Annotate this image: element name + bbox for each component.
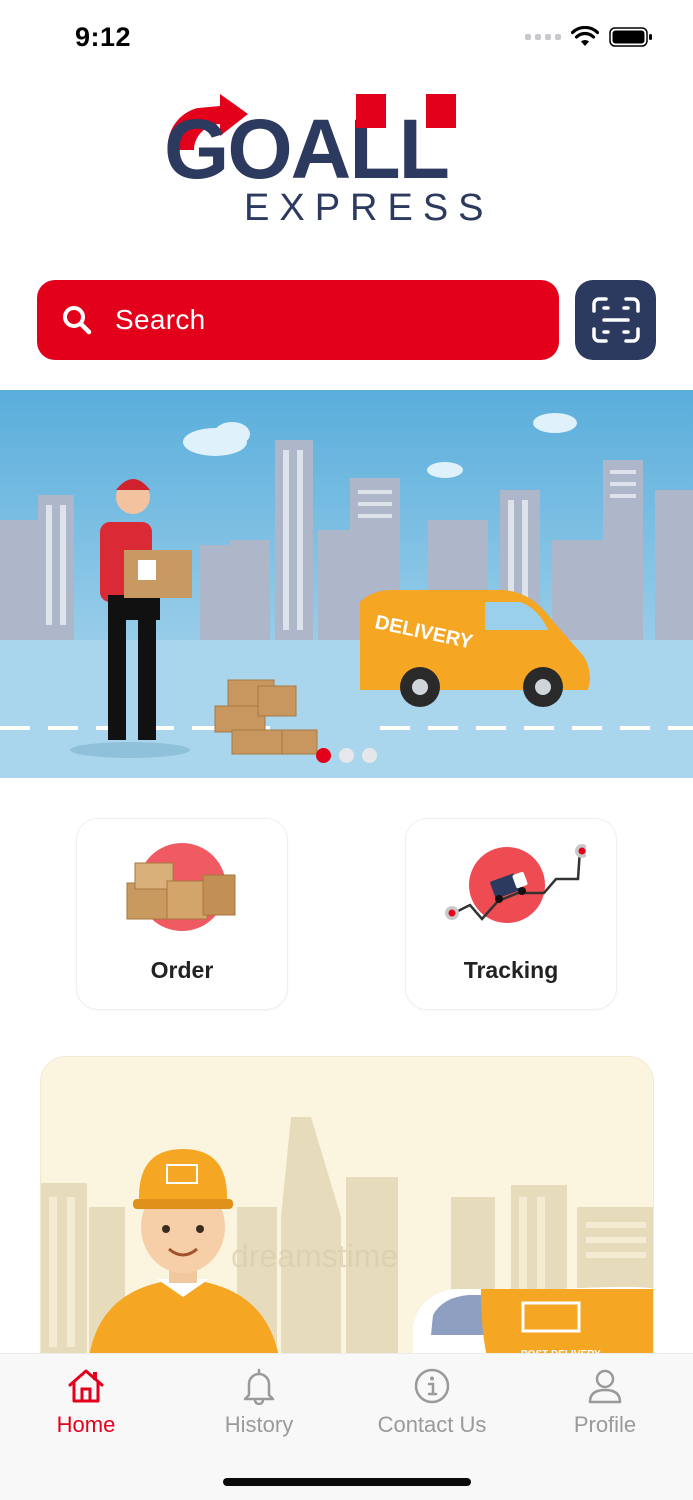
promo-watermark: dreamstime xyxy=(231,1238,398,1274)
carousel-dots xyxy=(316,748,377,763)
status-time: 9:12 xyxy=(75,22,132,52)
scan-qr-button[interactable] xyxy=(575,280,656,360)
tracking-route-icon xyxy=(445,844,586,923)
order-label: Order xyxy=(150,957,214,983)
tab-home-label: Home xyxy=(56,1412,116,1437)
status-bar: 9:12 xyxy=(0,0,693,80)
tab-contact-label: Contact Us xyxy=(377,1412,487,1437)
tab-home[interactable]: Home xyxy=(16,1366,156,1438)
promo-banner-carousel[interactable]: DELIVERY xyxy=(0,390,693,778)
tracking-label: Tracking xyxy=(463,957,559,983)
tab-history-label: History xyxy=(224,1412,294,1437)
info-icon xyxy=(414,1368,450,1404)
carousel-dot[interactable] xyxy=(339,748,354,763)
delivery-banner-illustration: DELIVERY xyxy=(0,390,693,778)
tab-history[interactable]: History xyxy=(189,1366,329,1438)
scan-icon xyxy=(591,297,640,343)
wifi-icon xyxy=(571,26,599,46)
goall-express-logo: GOALL EXPRESS xyxy=(164,94,494,228)
order-boxes-icon xyxy=(126,843,236,931)
search-bar[interactable]: Search xyxy=(37,280,559,360)
logo-tagline: EXPRESS xyxy=(244,187,494,228)
tracking-card[interactable]: Tracking xyxy=(405,818,617,1010)
search-input[interactable]: Search xyxy=(115,304,206,336)
bell-icon xyxy=(243,1368,275,1405)
home-indicator xyxy=(223,1478,471,1486)
tab-contact-us[interactable]: Contact Us xyxy=(362,1366,502,1438)
post-delivery-promo[interactable]: dreamstime POST DELIVERY xyxy=(40,1056,654,1376)
tab-profile-label: Profile xyxy=(573,1412,637,1437)
carousel-dot[interactable] xyxy=(362,748,377,763)
tab-profile[interactable]: Profile xyxy=(535,1366,675,1438)
person-icon xyxy=(588,1369,622,1404)
cellular-signal-icon xyxy=(525,34,561,40)
home-icon xyxy=(68,1369,104,1403)
search-icon xyxy=(61,304,93,336)
order-card[interactable]: Order xyxy=(76,818,288,1010)
logo-brand: GOALL xyxy=(164,102,448,196)
battery-icon xyxy=(609,27,652,47)
carousel-dot[interactable] xyxy=(316,748,331,763)
status-indicators xyxy=(525,26,653,48)
post-delivery-illustration: dreamstime POST DELIVERY xyxy=(41,1057,653,1375)
